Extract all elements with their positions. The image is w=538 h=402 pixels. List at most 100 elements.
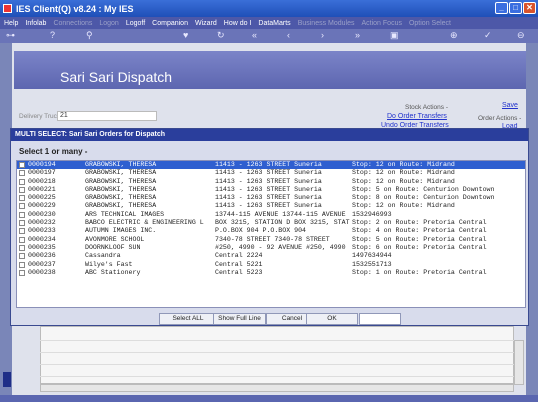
fast-forward-icon[interactable]: » [355,30,360,40]
minimize-button[interactable]: _ [495,2,508,14]
route-info: 1532551713 [352,260,392,268]
vertical-scrollbar[interactable] [514,340,524,385]
row-checkbox[interactable] [19,253,25,260]
window-title: IES Client(Q) v8.24 : My IES [16,3,134,14]
close-button[interactable]: ✕ [523,2,536,14]
do-order-transfers-link[interactable]: Do Order Transfers [387,113,447,120]
list-item[interactable]: 0000236 Cassandra Central 2224 1497634944 [17,252,525,260]
horizontal-scrollbar[interactable] [40,384,514,392]
route-info: 1532946993 [352,210,392,218]
order-id: 0000235 [28,243,56,251]
address: 11413 - 1263 STREET Suneria [215,161,322,168]
route-info: 1497634944 [352,252,392,260]
row-checkbox[interactable] [19,244,25,251]
list-item[interactable]: 0000230 ARS TECHNICAL IMAGES 13744-115 AVE… [17,211,525,219]
list-item[interactable]: 0000233 AUTUMN IMAGES INC. P.O.BOX 904 P.O… [17,227,525,235]
select-all-button[interactable]: Select ALL [159,313,217,325]
back-icon[interactable]: ‹ [287,30,290,40]
maximize-button[interactable]: □ [509,2,522,14]
address: 11413 - 1263 STREET Suneria [215,177,322,185]
customer-name: Cassandra [85,252,121,260]
add-icon[interactable]: ⊕ [450,30,458,41]
side-handle[interactable] [3,372,11,387]
show-full-line-button[interactable]: Show Full Line [213,313,266,325]
customer-name: BABCO ELECTRIC & ENGINEERING L [85,219,204,227]
customer-name: GRABOWSKI, THERESA [85,169,157,177]
menu-datamarts[interactable]: DataMarts [258,20,290,27]
menu-logon: Logon [99,19,119,27]
row-checkbox[interactable] [19,261,25,268]
list-item[interactable]: 0000237 Wilye's Fast Central 5221 153255171… [17,261,525,269]
route-info: Stop: 1 on Route: Pretoria Central [352,268,487,276]
menu-logoff[interactable]: Logoff [126,20,145,27]
list-item[interactable]: 0000221 GRABOWSKI, THERESA 11413 - 1263 ST… [17,186,525,194]
row-checkbox[interactable] [19,195,25,202]
toolbar: ⊶ ? ⚲ ♥ ↻ « ‹ › » ▣ ⊕ ✓ ⊖ [0,29,538,43]
list-item[interactable]: 0000197 GRABOWSKI, THERESA 11413 - 1263 ST… [17,169,525,177]
menu-help[interactable]: Help [4,20,18,27]
address: BOX 3215, STATION D BOX 3215, STATION D [215,219,350,227]
row-checkbox[interactable] [19,178,25,185]
heart-icon[interactable]: ♥ [183,30,188,40]
row-checkbox[interactable] [19,170,25,177]
list-item[interactable]: 0000218 GRABOWSKI, THERESA 11413 - 1263 ST… [17,178,525,186]
list-item[interactable]: 0000225 GRABOWSKI, THERESA 11413 - 1263 ST… [17,194,525,202]
address: Central 2224 [215,252,263,260]
order-id: 0000225 [28,194,56,202]
menu-connections: Connections [53,19,93,27]
list-item[interactable]: 0000234 AVONMORE SCHOOL 7340-78 STREET 734… [17,236,525,244]
customer-name: DOORNKLOOF SUN [85,243,141,251]
menu-companion[interactable]: Companion [152,20,188,27]
order-id: 0000229 [28,202,56,210]
row-checkbox[interactable] [19,162,25,168]
route-info: Stop: 12 on Route: Midrand [352,202,455,210]
address: 11413 - 1263 STREET Suneria [215,185,322,193]
delivery-truck-field[interactable]: 21 [57,111,157,121]
customer-name: ABC Stationery [85,268,141,276]
menu-action-focus: Action Focus [361,19,402,27]
rewind-icon[interactable]: « [252,30,257,40]
route-info: Stop: 8 on Route: Centurion Downtown [352,194,495,202]
address: Central 5223 [215,268,263,276]
menu-how-do-i[interactable]: How do I [224,20,252,27]
menu-infolab[interactable]: Infolab [25,20,46,27]
list-item[interactable]: 0000232 BABCO ELECTRIC & ENGINEERING L BOX… [17,219,525,227]
address: 11413 - 1263 STREET Suneria [215,202,322,210]
forward-icon[interactable]: › [321,30,324,40]
row-checkbox[interactable] [19,228,25,235]
customer-name: GRABOWSKI, THERESA [85,194,157,202]
customer-name: AUTUMN IMAGES INC. [85,227,157,235]
row-checkbox[interactable] [19,186,25,193]
order-list[interactable]: 0000194 GRABOWSKI, THERESA 11413 - 1263 ST… [16,160,526,308]
search-icon[interactable]: ⚲ [86,30,93,41]
customer-name: GRABOWSKI, THERESA [85,161,157,168]
list-item[interactable]: 0000229 GRABOWSKI, THERESA 11413 - 1263 ST… [17,202,525,210]
check-icon[interactable]: ✓ [484,30,492,41]
list-item[interactable]: 0000238 ABC Stationery Central 5223 Stop: 1… [17,269,525,277]
menu-option-select: Option Select [408,19,451,27]
row-checkbox[interactable] [19,220,25,227]
address: 11413 - 1263 STREET Suneria [215,194,322,202]
app-icon [3,4,12,13]
row-checkbox[interactable] [19,269,25,276]
minus-icon[interactable]: ⊖ [517,30,525,41]
save-link[interactable]: Save [502,102,518,109]
refresh-icon[interactable]: ↻ [217,30,225,41]
order-actions-label: Order Actions - [478,115,522,122]
customer-name: GRABOWSKI, THERESA [85,202,157,210]
menu-wizard[interactable]: Wizard [195,20,217,27]
address: 7340-78 STREET 7340-78 STREET [215,235,330,243]
help-icon[interactable]: ? [50,30,55,40]
row-checkbox[interactable] [19,236,25,243]
save-icon[interactable]: ▣ [390,30,399,41]
row-checkbox[interactable] [19,203,25,210]
key-icon[interactable]: ⊶ [6,30,15,41]
route-info: Stop: 4 on Route: Pretoria Central [352,227,487,235]
list-item[interactable]: 0000194 GRABOWSKI, THERESA 11413 - 1263 ST… [17,161,525,170]
row-checkbox[interactable] [19,211,25,218]
list-item[interactable]: 0000235 DOORNKLOOF SUN #250, 4990 - 92 AVE… [17,244,525,252]
selection-count-field[interactable] [359,313,401,325]
menu-business-modules: Business Modules [297,19,355,27]
ok-button[interactable]: OK [306,313,358,325]
address: 11413 - 1263 STREET Suneria [215,169,322,177]
